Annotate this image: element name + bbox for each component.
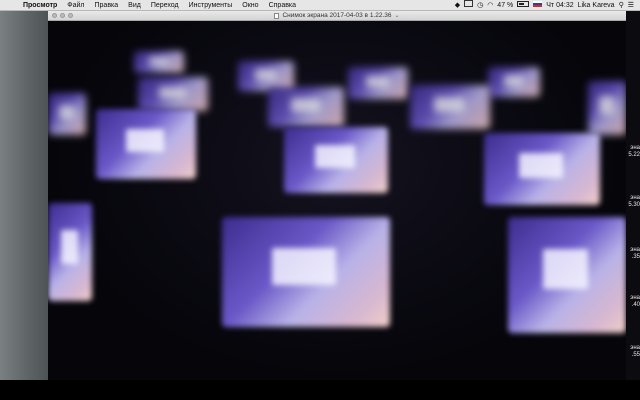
blurred-screen [484,133,600,205]
blurred-screen [134,51,184,73]
menu-view[interactable]: Вид [123,0,146,11]
desktop-right-area: эна 5.22 эна 5.30 эна .35 эна .40 эна .55 [626,11,640,380]
window-controls [52,13,73,18]
desktop-bottom-area [0,380,640,400]
blurred-screen [96,109,196,179]
menu-go[interactable]: Переход [146,0,184,11]
window-titlebar[interactable]: Снимок экрана 2017-04-03 в 1.22.36 ⌄ [48,11,626,21]
input-source-flag-icon[interactable] [533,0,543,11]
desktop-left-area [0,11,48,380]
menu-edit[interactable]: Правка [90,0,124,11]
menu-file[interactable]: Файл [62,0,89,11]
preview-window: Снимок экрана 2017-04-03 в 1.22.36 ⌄ [48,11,626,380]
search-icon[interactable]: ⚲ [619,0,624,11]
blurred-screen [48,93,86,135]
blurred-screen [222,217,390,327]
desktop-file-label[interactable]: эна .55 [626,345,640,359]
clock[interactable]: Чт 04:32 [546,0,573,11]
menu-help[interactable]: Справка [264,0,301,11]
timemachine-icon[interactable]: ◷ [477,0,483,11]
chevron-down-icon[interactable]: ⌄ [395,12,400,19]
window-title-text: Снимок экрана 2017-04-03 в 1.22.36 [282,12,392,19]
blurred-screen [268,87,344,127]
blurred-screen [488,67,540,97]
blurred-screen [48,203,92,301]
desktop-file-label[interactable]: эна .40 [626,295,640,309]
document-icon [274,12,280,19]
blurred-screen [348,67,408,99]
wifi-icon[interactable]: ◠ [487,0,493,11]
close-button[interactable] [52,13,57,18]
menu-bar: Просмотр Файл Правка Вид Переход Инструм… [0,0,640,11]
menu-app-preview[interactable]: Просмотр [18,0,62,11]
blurred-screen [508,217,626,333]
blurred-screen [138,77,208,111]
screenshot-image [48,21,626,380]
blurred-screen [410,85,490,129]
dropbox-icon[interactable]: ◆ [455,0,460,11]
notification-center-icon[interactable]: ☰ [628,0,634,11]
airplay-icon[interactable] [464,0,474,11]
status-area: ◆ ◷ ◠ 47 % Чт 04:32 Lika Kareva ⚲ ☰ [455,0,640,11]
blurred-screen [588,81,626,135]
desktop-file-label[interactable]: эна 5.22 [626,145,640,159]
menu-tools[interactable]: Инструменты [184,0,238,11]
desktop-file-label[interactable]: эна 5.30 [626,195,640,209]
user-name[interactable]: Lika Kareva [578,0,615,11]
zoom-button[interactable] [68,13,73,18]
battery-icon[interactable] [517,0,530,11]
battery-percent[interactable]: 47 % [497,0,513,11]
window-title: Снимок экрана 2017-04-03 в 1.22.36 ⌄ [274,12,400,19]
blurred-screen [284,127,388,193]
menu-window[interactable]: Окно [237,0,263,11]
desktop-file-label[interactable]: эна .35 [626,247,640,261]
minimize-button[interactable] [60,13,65,18]
